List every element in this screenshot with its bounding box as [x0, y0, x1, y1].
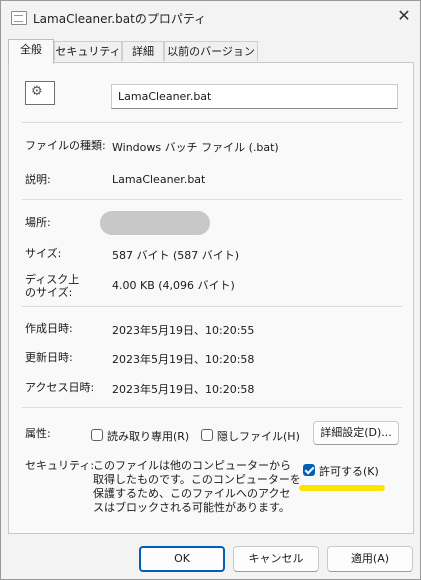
size-value: 587 バイト (587 バイト) [112, 249, 240, 262]
close-button[interactable]: ✕ [395, 7, 413, 25]
read-only-label[interactable]: 読み取り専用(R) [107, 428, 189, 444]
tab-previous-versions[interactable]: 以前のバージョン [164, 41, 258, 61]
accessed-value: 2023年5月19日、10:20:58 [112, 383, 255, 396]
modified-label: 更新日時: [25, 351, 73, 364]
created-label: 作成日時: [25, 322, 73, 335]
hidden-label[interactable]: 隠しファイル(H) [217, 428, 300, 444]
unblock-checkbox[interactable] [303, 464, 315, 476]
file-name-input[interactable]: LamaCleaner.bat [111, 84, 398, 109]
description-label: 説明: [25, 173, 51, 186]
size-on-disk-label-line1: ディスク上 [25, 273, 80, 286]
location-label: 場所: [25, 216, 51, 229]
security-label: セキュリティ: [25, 459, 95, 472]
divider [22, 306, 402, 307]
size-on-disk-label-line2: のサイズ: [25, 286, 73, 299]
divider [22, 407, 402, 408]
file-type-label: ファイルの種類: [25, 139, 106, 152]
gear-icon: ⚙ [25, 81, 55, 105]
description-value: LamaCleaner.bat [112, 173, 206, 186]
divider [22, 199, 402, 200]
created-value: 2023年5月19日、10:20:55 [112, 324, 255, 337]
general-panel: ⚙ LamaCleaner.bat ファイルの種類: Windows バッチ フ… [8, 62, 414, 534]
read-only-checkbox[interactable] [91, 429, 103, 441]
location-value-redacted [100, 211, 210, 235]
properties-dialog: LamaCleaner.batのプロパティ ✕ 全般 セキュリティ 詳細 以前の… [0, 0, 421, 580]
window-title: LamaCleaner.batのプロパティ [33, 12, 207, 26]
tab-general[interactable]: 全般 [8, 39, 54, 64]
apply-button[interactable]: 適用(A) [327, 546, 413, 572]
security-warning-text: このファイルは他のコンピューターから取得したものです。このコンピューターを保護す… [93, 459, 301, 514]
cancel-button[interactable]: キャンセル [233, 546, 319, 572]
size-on-disk-value: 4.00 KB (4,096 バイト) [112, 279, 235, 292]
batch-file-icon [11, 11, 27, 25]
accessed-label: アクセス日時: [25, 381, 95, 394]
hidden-checkbox[interactable] [201, 429, 213, 441]
ok-button[interactable]: OK [139, 546, 225, 572]
title-bar: LamaCleaner.batのプロパティ ✕ [1, 1, 420, 35]
attributes-label: 属性: [25, 427, 51, 440]
size-label: サイズ: [25, 247, 62, 260]
tab-details[interactable]: 詳細 [122, 41, 164, 61]
advanced-button[interactable]: 詳細設定(D)... [313, 421, 399, 445]
modified-value: 2023年5月19日、10:20:58 [112, 353, 255, 366]
tab-security[interactable]: セキュリティ [54, 41, 122, 61]
file-type-value: Windows バッチ ファイル (.bat) [112, 141, 279, 154]
divider [22, 122, 402, 123]
highlight-mark [299, 485, 385, 491]
unblock-label[interactable]: 許可する(K) [319, 463, 379, 479]
